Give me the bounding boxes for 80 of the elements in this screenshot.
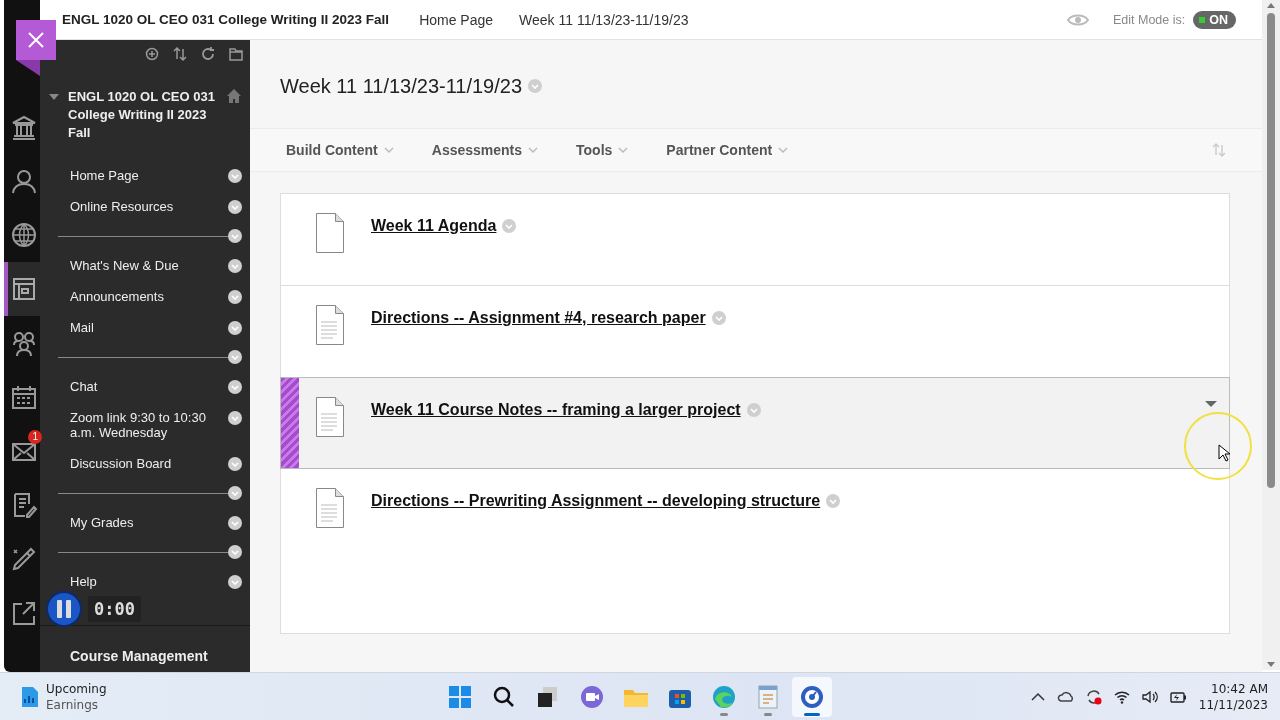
course-menu-link[interactable]: Chat [70, 379, 98, 394]
page-title: Week 11 11/13/23-11/19/23 [280, 74, 523, 98]
edit-mode-toggle[interactable]: ON [1193, 10, 1236, 29]
sync-icon[interactable] [1084, 687, 1103, 706]
people-icon [10, 329, 38, 357]
course-menu-link[interactable]: What's New & Due [70, 258, 179, 273]
close-menu-button[interactable] [16, 20, 56, 60]
course-menu-link[interactable]: My Grades [70, 515, 134, 530]
chevron-down-icon [618, 146, 629, 154]
menu-chevron-icon[interactable] [228, 259, 242, 273]
pause-icon [56, 599, 72, 619]
course-menu-link[interactable]: Announcements [70, 289, 164, 304]
notification-badge: 1 [28, 430, 42, 444]
course-title[interactable]: ENGL 1020 OL CEO 031 College Writing II 2023 Fall [68, 88, 226, 142]
chart-icon[interactable] [20, 684, 40, 709]
course-menu-link[interactable]: Online Resources [70, 199, 174, 214]
menu-chevron-icon[interactable] [228, 200, 242, 214]
refresh-icon[interactable] [200, 46, 216, 62]
course-menu-link[interactable]: Help [70, 574, 97, 589]
menu-chevron-icon[interactable] [228, 169, 242, 183]
menu-chevron-icon[interactable] [228, 321, 242, 335]
course-menu-link[interactable]: Home Page [70, 168, 139, 183]
person-icon [10, 167, 38, 195]
breadcrumb-link[interactable]: Home Page [419, 11, 494, 28]
chevron-down-icon [778, 146, 789, 154]
taskbar-app[interactable] [792, 676, 832, 717]
menu-chevron-icon[interactable] [228, 516, 242, 530]
content-item[interactable]: Week 11 Agenda [281, 194, 1229, 286]
menu-chevron-icon[interactable] [228, 290, 242, 304]
scrollbar-thumb[interactable] [1267, 13, 1275, 488]
pointer-icon [1218, 444, 1230, 462]
course-menu-link[interactable]: Zoom link 9:30 to 10:30 a.m. Wednesday [70, 410, 220, 440]
toolbar-menu[interactable]: Build Content [286, 142, 394, 158]
course-menu-link[interactable]: Discussion Board [70, 456, 172, 471]
clock-time[interactable]: 10:42 AM [1211, 680, 1268, 697]
external-link-icon [10, 599, 38, 627]
toolbar-menu[interactable]: Partner Content [666, 142, 789, 158]
file-icon [314, 212, 346, 254]
document-icon [314, 487, 346, 529]
chevron-down-icon [528, 146, 539, 154]
drag-handle[interactable] [281, 378, 299, 468]
corner-fold-drawing [16, 60, 40, 76]
document-icon [314, 396, 346, 438]
folder-icon[interactable] [228, 46, 244, 62]
menu-chevron-icon[interactable] [228, 575, 242, 589]
menu-chevron-icon[interactable] [228, 380, 242, 394]
content-link[interactable]: Directions -- Assignment #4, research paper [371, 309, 706, 327]
course-title[interactable]: ENGL 1020 OL CEO 031 College Writing II 2023 Fall [62, 12, 390, 27]
edit-mode-label: Edit Mode is: [1113, 12, 1186, 27]
home-icon[interactable] [226, 88, 242, 104]
menu-chevron-icon[interactable] [228, 457, 242, 471]
add-icon[interactable] [144, 46, 160, 62]
course-icon [10, 275, 38, 303]
calendar-icon [10, 383, 38, 411]
content-link[interactable]: Directions -- Prewriting Assignment -- developing structure [371, 492, 821, 510]
content-item[interactable]: Week 11 Course Notes -- framing a larger project [280, 377, 1230, 469]
pencil-icon [10, 545, 38, 573]
menu-chevron-icon[interactable] [228, 350, 242, 364]
close-icon [27, 31, 45, 49]
recording-timer: 0:00 [88, 596, 141, 622]
document-icon [314, 304, 346, 346]
globe-icon [10, 221, 38, 249]
menu-chevron-icon[interactable] [228, 545, 242, 559]
content-link[interactable]: Week 11 Course Notes -- framing a larger project [371, 401, 741, 419]
caret-down-icon[interactable] [1205, 400, 1217, 408]
bank-icon [10, 113, 38, 141]
toolbar-menu[interactable]: Tools [576, 142, 629, 158]
chevron-down-icon [383, 146, 394, 154]
menu-chevron-icon[interactable] [228, 411, 242, 425]
breadcrumb-link[interactable]: Week 11 11/13/23-11/19/23 [519, 11, 689, 28]
course-menu-link[interactable]: Mail [70, 320, 94, 335]
toolbar-menu[interactable]: Assessments [431, 142, 539, 158]
sort-icon[interactable] [172, 46, 188, 62]
widget-title[interactable]: Upcoming [46, 680, 107, 697]
menu-chevron-icon[interactable] [228, 229, 242, 243]
content-link[interactable]: Week 11 Agenda [371, 217, 497, 235]
clock-date[interactable]: 11/11/2023 [1198, 696, 1268, 713]
widget-subtitle: Earnings [46, 696, 100, 713]
menu-chevron-icon[interactable] [228, 486, 242, 500]
content-item[interactable]: Directions -- Prewriting Assignment -- developing structure [281, 469, 1229, 561]
